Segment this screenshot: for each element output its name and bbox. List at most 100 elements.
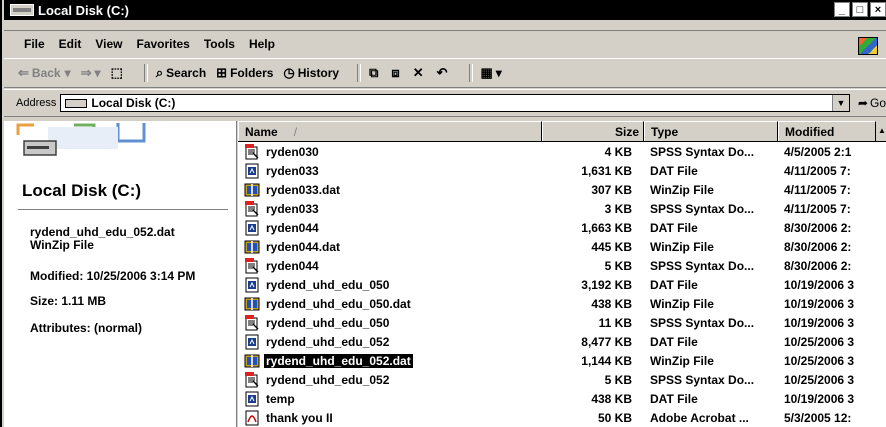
table-row[interactable]: ryden033.dat 307 KB WinZip File 4/11/2005 7…: [238, 180, 886, 199]
file-name: rydend_uhd_edu_052: [266, 334, 390, 349]
file-name-cell[interactable]: ryden033: [238, 200, 542, 217]
column-header-type[interactable]: Type: [644, 121, 778, 141]
maximize-button[interactable]: □: [852, 2, 868, 17]
selected-file-type: WinZip File: [30, 238, 94, 252]
table-row-selected[interactable]: rydend_uhd_edu_052.dat 1,144 KB WinZip Fil…: [238, 351, 886, 370]
dat-file-icon: [244, 220, 260, 236]
file-name: ryden030: [266, 144, 319, 159]
spss-syntax-icon: [244, 314, 260, 331]
file-name-cell[interactable]: ryden033.dat: [238, 182, 542, 198]
file-modified: 10/25/2006 3: [784, 353, 855, 368]
file-name-cell[interactable]: ryden044.dat: [238, 239, 542, 255]
table-row[interactable]: rydend_uhd_edu_050 11 KB SPSS Syntax Do...…: [238, 313, 886, 332]
copy-to-button[interactable]: ⧈: [391, 65, 402, 81]
selected-file-attributes: Attributes: (normal): [30, 321, 142, 335]
explorer-window: Local Disk (C:) _ □ × File Edit View Fav…: [0, 0, 886, 427]
toolbar-divider: [468, 64, 473, 82]
back-dropdown-icon[interactable]: ▾: [65, 66, 71, 80]
window-title: Local Disk (C:): [38, 2, 130, 18]
file-modified: 5/3/2005 12:: [784, 410, 852, 425]
delete-button[interactable]: ✕: [413, 65, 427, 81]
minimize-button[interactable]: _: [834, 2, 850, 17]
table-row[interactable]: rydend_uhd_edu_050 3,192 KB DAT File 10/19/…: [238, 275, 886, 294]
undo-button[interactable]: ↶: [437, 65, 451, 81]
sort-indicator-icon: /: [293, 125, 298, 139]
forward-dropdown-icon[interactable]: ▾: [95, 66, 101, 80]
address-input[interactable]: Local Disk (C:) ▼: [60, 94, 850, 112]
file-name: rydend_uhd_edu_050.dat: [266, 296, 411, 311]
column-header-modified[interactable]: Modified: [778, 121, 876, 141]
title-bar[interactable]: Local Disk (C:) _ □ ×: [4, 0, 886, 20]
file-modified: 4/11/2005 7:: [784, 182, 851, 197]
file-name-cell[interactable]: temp: [238, 391, 542, 407]
back-button[interactable]: ⇐ Back ▾: [18, 65, 71, 81]
column-header-row: Name / Size Type Modified ▲: [238, 121, 886, 142]
spss-syntax-icon: [244, 371, 260, 388]
file-size: 5 KB: [604, 372, 632, 387]
table-row[interactable]: thank you II 50 KB Adobe Acrobat ... 5/3/20…: [238, 408, 886, 427]
move-to-button[interactable]: ⧉: [369, 65, 381, 81]
table-row[interactable]: rydend_uhd_edu_052 5 KB SPSS Syntax Do... 1…: [238, 370, 886, 389]
column-header-name[interactable]: Name /: [238, 121, 542, 141]
file-size: 50 KB: [597, 410, 632, 425]
menu-favorites[interactable]: Favorites: [136, 37, 189, 51]
file-size: 438 KB: [591, 296, 632, 311]
winzip-icon: [244, 182, 260, 198]
search-button[interactable]: ⌕ Search: [156, 65, 206, 81]
column-header-size[interactable]: Size: [542, 121, 644, 141]
views-dropdown-icon[interactable]: ▾: [496, 66, 502, 80]
windows-logo-icon: [858, 37, 878, 55]
file-name-cell[interactable]: rydend_uhd_edu_052: [238, 371, 542, 388]
file-name-cell[interactable]: ryden033: [238, 163, 542, 179]
forward-button[interactable]: ⇒ ▾: [81, 65, 101, 81]
file-modified: 4/5/2005 2:1: [784, 144, 852, 159]
file-name: ryden033.dat: [266, 182, 341, 197]
file-name-cell[interactable]: rydend_uhd_edu_050.dat: [238, 296, 542, 312]
file-modified: 10/19/2006 3: [784, 296, 855, 311]
file-type: DAT File: [650, 334, 698, 349]
table-row[interactable]: ryden044 5 KB SPSS Syntax Do... 8/30/2006 2…: [238, 256, 886, 275]
table-row[interactable]: rydend_uhd_edu_050.dat 438 KB WinZip File 1…: [238, 294, 886, 313]
scroll-up-arrow-icon[interactable]: ▲: [876, 121, 886, 141]
file-modified: 4/11/2005 7:: [784, 201, 851, 216]
menu-edit[interactable]: Edit: [59, 37, 82, 51]
file-name-cell[interactable]: rydend_uhd_edu_050: [238, 314, 542, 331]
details-divider: [18, 209, 228, 210]
address-dropdown-button[interactable]: ▼: [831, 95, 849, 111]
table-row[interactable]: ryden033 1,631 KB DAT File 4/11/2005 7:: [238, 161, 886, 180]
history-label: History: [297, 66, 340, 80]
menu-file[interactable]: File: [24, 37, 45, 51]
table-row[interactable]: ryden044 1,663 KB DAT File 8/30/2006 2:: [238, 218, 886, 237]
file-name-cell[interactable]: rydend_uhd_edu_052: [238, 334, 542, 350]
file-size: 438 KB: [591, 391, 632, 406]
menu-tools[interactable]: Tools: [204, 37, 235, 51]
file-name-cell[interactable]: ryden030: [238, 143, 542, 160]
close-button[interactable]: ×: [870, 2, 886, 17]
toolbar-divider: [143, 64, 148, 82]
file-size: 4 KB: [604, 144, 632, 159]
table-row[interactable]: ryden033 3 KB SPSS Syntax Do... 4/11/2005 7…: [238, 199, 886, 218]
table-row[interactable]: temp 438 KB DAT File 10/19/2006 3: [238, 389, 886, 408]
file-name-cell[interactable]: ryden044: [238, 257, 542, 274]
file-name-cell[interactable]: ryden044: [238, 220, 542, 236]
file-type: DAT File: [650, 391, 698, 406]
copy-to-icon: ⧈: [391, 65, 400, 80]
file-name-cell[interactable]: rydend_uhd_edu_052.dat: [238, 352, 542, 369]
up-folder-button[interactable]: ⬚: [111, 65, 126, 81]
menu-view[interactable]: View: [95, 37, 122, 51]
file-name: rydend_uhd_edu_052: [266, 372, 390, 387]
go-arrow-icon: ➦: [857, 96, 868, 110]
table-row[interactable]: ryden044.dat 445 KB WinZip File 8/30/2006 2…: [238, 237, 886, 256]
file-type: Adobe Acrobat ...: [650, 410, 749, 425]
table-row[interactable]: ryden030 4 KB SPSS Syntax Do... 4/5/2005 2:…: [238, 142, 886, 161]
history-button[interactable]: ◷ History: [283, 65, 339, 81]
menu-help[interactable]: Help: [249, 37, 275, 51]
file-name-cell[interactable]: thank you II: [238, 410, 542, 426]
views-button[interactable]: ▦ ▾: [481, 65, 502, 81]
address-label: Address: [16, 97, 57, 109]
table-row[interactable]: rydend_uhd_edu_052 8,477 KB DAT File 10/25/…: [238, 332, 886, 351]
file-name-cell[interactable]: rydend_uhd_edu_050: [238, 277, 542, 293]
folders-button[interactable]: ⊞ Folders: [216, 65, 273, 81]
go-button[interactable]: ➦ Go: [858, 96, 886, 110]
file-type: WinZip File: [650, 182, 714, 197]
